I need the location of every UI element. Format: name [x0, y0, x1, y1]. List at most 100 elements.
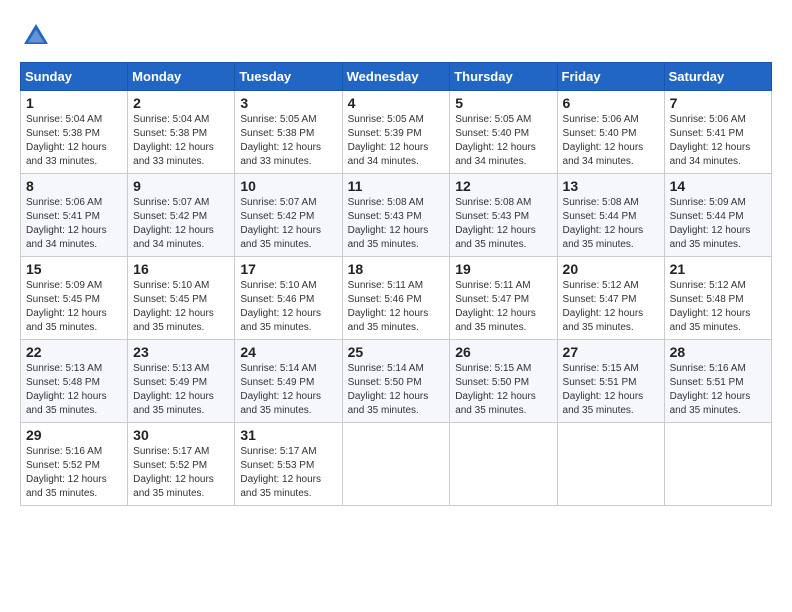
- day-info: Sunrise: 5:17 AM Sunset: 5:52 PM Dayligh…: [133, 445, 229, 501]
- weekday-header-tuesday: Tuesday: [235, 63, 342, 91]
- calendar-cell: 9 Sunrise: 5:07 AM Sunset: 5:42 PM Dayli…: [128, 174, 235, 257]
- calendar-cell: 31 Sunrise: 5:17 AM Sunset: 5:53 PM Dayl…: [235, 423, 342, 506]
- calendar-cell: 11 Sunrise: 5:08 AM Sunset: 5:43 PM Dayl…: [342, 174, 450, 257]
- calendar-cell: 3 Sunrise: 5:05 AM Sunset: 5:38 PM Dayli…: [235, 91, 342, 174]
- daylight-label: Daylight: 12 hours and 35 minutes.: [240, 225, 321, 250]
- day-info: Sunrise: 5:08 AM Sunset: 5:43 PM Dayligh…: [348, 196, 445, 252]
- sunset-label: Sunset: 5:50 PM: [455, 377, 529, 388]
- calendar-cell: 6 Sunrise: 5:06 AM Sunset: 5:40 PM Dayli…: [557, 91, 664, 174]
- day-number: 12: [455, 178, 551, 194]
- day-number: 29: [26, 427, 122, 443]
- sunset-label: Sunset: 5:51 PM: [563, 377, 637, 388]
- sunrise-label: Sunrise: 5:13 AM: [26, 363, 102, 374]
- day-number: 1: [26, 95, 122, 111]
- sunset-label: Sunset: 5:42 PM: [133, 211, 207, 222]
- sunset-label: Sunset: 5:41 PM: [670, 128, 744, 139]
- daylight-label: Daylight: 12 hours and 35 minutes.: [563, 225, 644, 250]
- calendar-cell: 18 Sunrise: 5:11 AM Sunset: 5:46 PM Dayl…: [342, 257, 450, 340]
- calendar-cell: 15 Sunrise: 5:09 AM Sunset: 5:45 PM Dayl…: [21, 257, 128, 340]
- calendar-cell: 5 Sunrise: 5:05 AM Sunset: 5:40 PM Dayli…: [450, 91, 557, 174]
- daylight-label: Daylight: 12 hours and 35 minutes.: [26, 308, 107, 333]
- day-info: Sunrise: 5:08 AM Sunset: 5:43 PM Dayligh…: [455, 196, 551, 252]
- calendar-week-row: 15 Sunrise: 5:09 AM Sunset: 5:45 PM Dayl…: [21, 257, 772, 340]
- day-info: Sunrise: 5:10 AM Sunset: 5:46 PM Dayligh…: [240, 279, 336, 335]
- weekday-header-saturday: Saturday: [664, 63, 771, 91]
- daylight-label: Daylight: 12 hours and 35 minutes.: [455, 391, 536, 416]
- daylight-label: Daylight: 12 hours and 33 minutes.: [26, 142, 107, 167]
- calendar-cell: 29 Sunrise: 5:16 AM Sunset: 5:52 PM Dayl…: [21, 423, 128, 506]
- day-info: Sunrise: 5:15 AM Sunset: 5:50 PM Dayligh…: [455, 362, 551, 418]
- day-info: Sunrise: 5:16 AM Sunset: 5:52 PM Dayligh…: [26, 445, 122, 501]
- sunrise-label: Sunrise: 5:05 AM: [455, 114, 531, 125]
- logo: [20, 20, 56, 52]
- calendar-cell: 13 Sunrise: 5:08 AM Sunset: 5:44 PM Dayl…: [557, 174, 664, 257]
- daylight-label: Daylight: 12 hours and 35 minutes.: [348, 308, 429, 333]
- calendar-cell: 21 Sunrise: 5:12 AM Sunset: 5:48 PM Dayl…: [664, 257, 771, 340]
- sunset-label: Sunset: 5:47 PM: [455, 294, 529, 305]
- sunrise-label: Sunrise: 5:06 AM: [670, 114, 746, 125]
- calendar-cell: 12 Sunrise: 5:08 AM Sunset: 5:43 PM Dayl…: [450, 174, 557, 257]
- sunrise-label: Sunrise: 5:08 AM: [455, 197, 531, 208]
- day-info: Sunrise: 5:05 AM Sunset: 5:39 PM Dayligh…: [348, 113, 445, 169]
- day-number: 2: [133, 95, 229, 111]
- day-info: Sunrise: 5:16 AM Sunset: 5:51 PM Dayligh…: [670, 362, 766, 418]
- calendar-cell: [664, 423, 771, 506]
- calendar-cell: 28 Sunrise: 5:16 AM Sunset: 5:51 PM Dayl…: [664, 340, 771, 423]
- daylight-label: Daylight: 12 hours and 35 minutes.: [26, 474, 107, 499]
- sunrise-label: Sunrise: 5:12 AM: [563, 280, 639, 291]
- day-number: 19: [455, 261, 551, 277]
- day-number: 14: [670, 178, 766, 194]
- sunrise-label: Sunrise: 5:08 AM: [348, 197, 424, 208]
- sunset-label: Sunset: 5:50 PM: [348, 377, 422, 388]
- sunrise-label: Sunrise: 5:05 AM: [240, 114, 316, 125]
- day-number: 3: [240, 95, 336, 111]
- sunset-label: Sunset: 5:39 PM: [348, 128, 422, 139]
- calendar-cell: 7 Sunrise: 5:06 AM Sunset: 5:41 PM Dayli…: [664, 91, 771, 174]
- daylight-label: Daylight: 12 hours and 35 minutes.: [455, 308, 536, 333]
- day-info: Sunrise: 5:13 AM Sunset: 5:49 PM Dayligh…: [133, 362, 229, 418]
- day-number: 9: [133, 178, 229, 194]
- calendar-cell: 4 Sunrise: 5:05 AM Sunset: 5:39 PM Dayli…: [342, 91, 450, 174]
- day-info: Sunrise: 5:06 AM Sunset: 5:41 PM Dayligh…: [670, 113, 766, 169]
- sunset-label: Sunset: 5:52 PM: [26, 460, 100, 471]
- daylight-label: Daylight: 12 hours and 35 minutes.: [348, 391, 429, 416]
- sunrise-label: Sunrise: 5:15 AM: [455, 363, 531, 374]
- calendar-cell: [557, 423, 664, 506]
- sunrise-label: Sunrise: 5:16 AM: [26, 446, 102, 457]
- day-number: 15: [26, 261, 122, 277]
- day-info: Sunrise: 5:05 AM Sunset: 5:40 PM Dayligh…: [455, 113, 551, 169]
- calendar-cell: 20 Sunrise: 5:12 AM Sunset: 5:47 PM Dayl…: [557, 257, 664, 340]
- daylight-label: Daylight: 12 hours and 35 minutes.: [133, 308, 214, 333]
- sunrise-label: Sunrise: 5:07 AM: [133, 197, 209, 208]
- daylight-label: Daylight: 12 hours and 35 minutes.: [26, 391, 107, 416]
- calendar-cell: 14 Sunrise: 5:09 AM Sunset: 5:44 PM Dayl…: [664, 174, 771, 257]
- sunset-label: Sunset: 5:41 PM: [26, 211, 100, 222]
- day-number: 11: [348, 178, 445, 194]
- sunrise-label: Sunrise: 5:12 AM: [670, 280, 746, 291]
- calendar-week-row: 22 Sunrise: 5:13 AM Sunset: 5:48 PM Dayl…: [21, 340, 772, 423]
- day-number: 5: [455, 95, 551, 111]
- sunset-label: Sunset: 5:43 PM: [348, 211, 422, 222]
- day-number: 16: [133, 261, 229, 277]
- day-number: 4: [348, 95, 445, 111]
- weekday-header-row: SundayMondayTuesdayWednesdayThursdayFrid…: [21, 63, 772, 91]
- sunset-label: Sunset: 5:49 PM: [240, 377, 314, 388]
- day-number: 6: [563, 95, 659, 111]
- sunset-label: Sunset: 5:53 PM: [240, 460, 314, 471]
- daylight-label: Daylight: 12 hours and 35 minutes.: [670, 391, 751, 416]
- daylight-label: Daylight: 12 hours and 35 minutes.: [240, 391, 321, 416]
- logo-icon: [20, 20, 52, 52]
- sunrise-label: Sunrise: 5:17 AM: [240, 446, 316, 457]
- day-info: Sunrise: 5:05 AM Sunset: 5:38 PM Dayligh…: [240, 113, 336, 169]
- calendar-cell: 22 Sunrise: 5:13 AM Sunset: 5:48 PM Dayl…: [21, 340, 128, 423]
- day-number: 25: [348, 344, 445, 360]
- day-info: Sunrise: 5:10 AM Sunset: 5:45 PM Dayligh…: [133, 279, 229, 335]
- day-number: 30: [133, 427, 229, 443]
- calendar-cell: 23 Sunrise: 5:13 AM Sunset: 5:49 PM Dayl…: [128, 340, 235, 423]
- daylight-label: Daylight: 12 hours and 34 minutes.: [133, 225, 214, 250]
- sunrise-label: Sunrise: 5:10 AM: [240, 280, 316, 291]
- sunrise-label: Sunrise: 5:04 AM: [133, 114, 209, 125]
- day-number: 28: [670, 344, 766, 360]
- sunset-label: Sunset: 5:51 PM: [670, 377, 744, 388]
- daylight-label: Daylight: 12 hours and 33 minutes.: [133, 142, 214, 167]
